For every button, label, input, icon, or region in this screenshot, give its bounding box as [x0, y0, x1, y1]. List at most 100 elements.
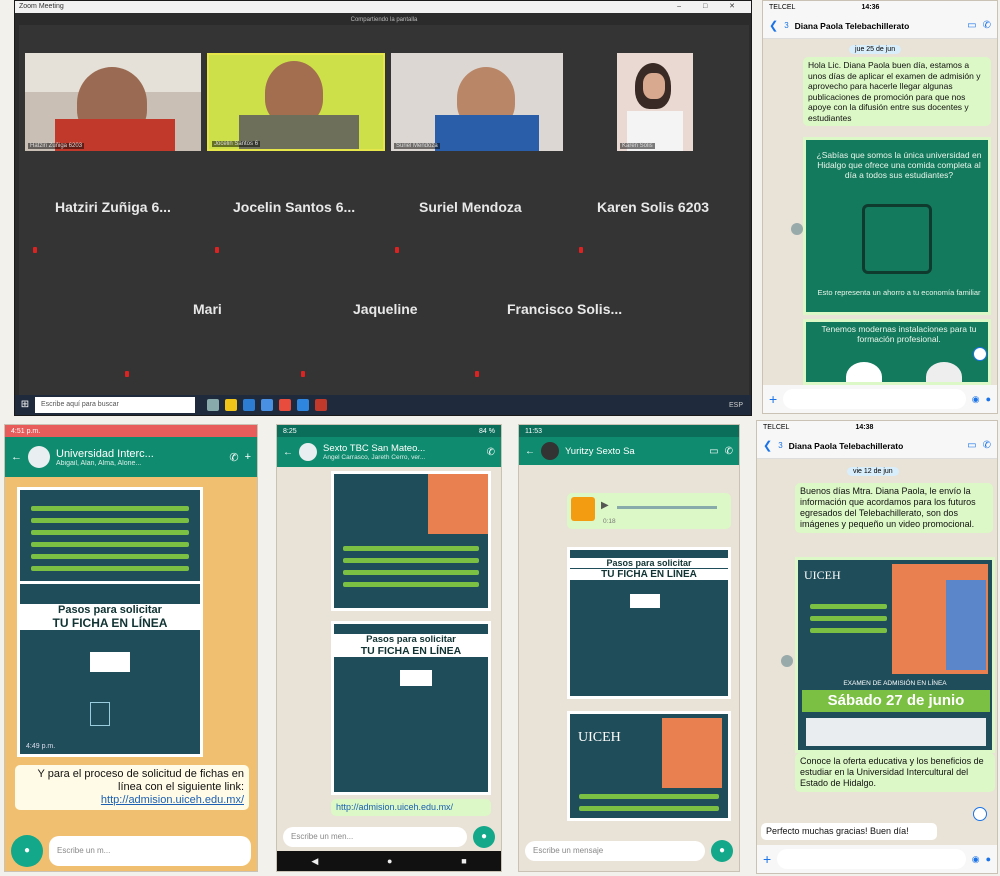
participant-name[interactable]: Hatziri Zuñiga 6... [55, 199, 171, 215]
play-icon[interactable]: ▶ [601, 500, 609, 512]
phone-call-icon[interactable]: ✆ [983, 20, 991, 31]
admission-link[interactable]: http://admision.uiceh.edu.mx/ [101, 794, 244, 806]
plus-icon[interactable]: + [763, 851, 771, 867]
store-icon[interactable] [261, 399, 273, 411]
windows-start-icon[interactable]: ⊞ [15, 395, 35, 415]
back-icon[interactable]: ← [525, 446, 535, 457]
message-bubble[interactable]: Y para el proceso de solicitud de fichas… [15, 765, 249, 810]
pdf-icon[interactable] [315, 399, 327, 411]
chat-title[interactable]: Universidad Interc... [56, 448, 223, 460]
audio-duration: 0:18 [603, 518, 616, 525]
participant-name[interactable]: Mari [193, 301, 222, 317]
promo-poster-programs[interactable] [17, 487, 203, 587]
video-tile-4[interactable]: Karen Solis [617, 53, 693, 151]
whatsapp-android-2: 8:25 84 % ← Sexto TBC San Mateo... Angel… [276, 424, 502, 872]
mic-icon[interactable]: ● [986, 394, 991, 404]
message-bubble[interactable]: Buenos días Mtra. Diana Paola, le envío … [795, 483, 993, 533]
chat-header: ❮ 3 Diana Paola Telebachillerato ▭ ✆ [757, 433, 997, 459]
chat-title[interactable]: Sexto TBC San Mateo... [323, 443, 481, 454]
message-bubble[interactable]: Hola Lic. Diana Paola buen día, estamos … [803, 57, 991, 126]
task-view-icon[interactable] [207, 399, 219, 411]
promo-poster-meals[interactable]: ¿Sabías que somos la única universidad e… [803, 137, 991, 315]
edge-icon[interactable] [243, 399, 255, 411]
system-tray[interactable]: ESP [729, 402, 751, 409]
nav-home-icon[interactable]: ● [387, 856, 392, 866]
nav-back-icon[interactable]: ◀ [311, 856, 318, 867]
admission-link[interactable]: http://admision.uiceh.edu.mx/ [331, 799, 491, 816]
back-icon[interactable]: ← [283, 447, 293, 458]
message-input[interactable]: Escribe un men... [283, 827, 467, 847]
phone-call-icon[interactable]: ✆ [983, 440, 991, 451]
audio-message[interactable]: ▶ 0:18 [567, 493, 731, 529]
chat-title[interactable]: Diana Paola Telebachillerato [789, 441, 961, 451]
back-icon[interactable]: ❮ [769, 19, 778, 32]
video-call-icon[interactable]: ▭ [709, 446, 718, 457]
message-text: Y para el proceso de solicitud de fichas… [37, 768, 244, 793]
clock: 8:25 [283, 427, 297, 435]
mic-button[interactable]: ● [11, 835, 43, 867]
contact-avatar[interactable] [541, 442, 559, 460]
call-add-icon[interactable]: ✆ [229, 451, 238, 464]
back-count[interactable]: 3 [778, 441, 782, 450]
promo-poster-uiceh[interactable]: UICEH [567, 711, 731, 821]
participant-name[interactable]: Jaqueline [353, 301, 418, 317]
reply-bubble[interactable]: Perfecto muchas gracias! Buen día! [761, 823, 937, 840]
video-tile-2-active-speaker[interactable]: Jocelin Santos 6 [207, 53, 385, 151]
poster-title: Pasos para solicitar [570, 558, 728, 568]
participant-name[interactable]: Suriel Mendoza [419, 199, 522, 215]
video-call-icon[interactable]: ▭ [967, 440, 976, 451]
tile-caption: Karen Solis [620, 143, 655, 149]
taskbar-search-input[interactable]: Escribe aquí para buscar [35, 397, 195, 413]
scroll-down-icon[interactable] [973, 807, 987, 821]
camera-icon[interactable]: ◉ [972, 394, 980, 405]
chrome-icon[interactable] [279, 399, 291, 411]
back-icon[interactable]: ← [11, 451, 22, 463]
chat-title[interactable]: Yuritzy Sexto Sa [565, 446, 703, 457]
audio-progress[interactable] [617, 506, 717, 509]
back-count[interactable]: 3 [784, 21, 788, 30]
phone-call-icon[interactable]: ✆ [725, 446, 733, 457]
status-bar: 8:25 84 % [277, 425, 501, 437]
poster-footer: Esto representa un ahorro a tu economía … [817, 288, 981, 297]
scroll-down-icon[interactable] [973, 347, 987, 361]
promo-poster-facilities[interactable]: Tenemos modernas instalaciones para tu f… [803, 319, 991, 385]
promo-poster-exam[interactable]: UICEH EXAMEN DE ADMISIÓN EN LÍNEA Sábado… [795, 557, 995, 753]
mic-button[interactable]: ● [473, 826, 495, 848]
camera-icon[interactable]: ◉ [972, 854, 980, 865]
video-tile-1[interactable]: Hatziri Zuñiga 6203 [25, 53, 201, 151]
participant-name[interactable]: Francisco Solis... [507, 301, 622, 317]
promo-poster-steps[interactable]: Pasos para solicitar TU FICHA EN LÍNEA [567, 547, 731, 699]
group-avatar[interactable] [299, 443, 317, 461]
video-tile-3[interactable]: Suriel Mendoza [391, 53, 563, 151]
message-input[interactable]: Escribe un mensaje [525, 841, 705, 861]
composer: ● Escribe un m... [5, 831, 257, 871]
poster-subtitle: TU FICHA EN LÍNEA [20, 616, 200, 630]
mic-button[interactable]: ● [711, 840, 733, 862]
file-explorer-icon[interactable] [225, 399, 237, 411]
message-input[interactable] [777, 849, 966, 869]
poster-title: Pasos para solicitar [20, 604, 200, 616]
call-add-icon[interactable]: ✆ [487, 447, 495, 458]
message-input[interactable]: Escribe un m... [49, 836, 251, 866]
mic-icon[interactable]: ● [986, 854, 991, 864]
participant-name[interactable]: Jocelin Santos 6... [233, 199, 355, 215]
message-bubble[interactable]: Conoce la oferta educativa y los benefic… [795, 753, 995, 792]
message-input[interactable] [783, 389, 966, 409]
forward-icon[interactable] [791, 223, 803, 235]
plus-icon[interactable]: + [769, 391, 777, 407]
forward-icon[interactable] [781, 655, 793, 667]
status-bar: 11:53 [519, 425, 739, 437]
video-call-icon[interactable]: ▭ [967, 20, 976, 31]
group-avatar[interactable] [28, 446, 50, 468]
back-icon[interactable]: ❮ [763, 439, 772, 452]
participant-name[interactable]: Karen Solis 6203 [597, 199, 709, 215]
zoom-icon[interactable] [297, 399, 309, 411]
nav-recent-icon[interactable]: ■ [461, 856, 466, 866]
chat-title[interactable]: Diana Paola Telebachillerato [795, 21, 961, 31]
promo-poster-steps[interactable]: Pasos para solicitar TU FICHA EN LÍNEA 4… [17, 581, 203, 757]
chat-members: Abigail, Alan, Alma, Alone... [56, 459, 142, 467]
promo-poster-programs[interactable] [331, 471, 491, 611]
promo-poster-steps[interactable]: Pasos para solicitar TU FICHA EN LÍNEA [331, 621, 491, 795]
window-controls[interactable]: – □ ✕ [677, 2, 745, 10]
add-participant-icon[interactable]: + [245, 451, 251, 463]
